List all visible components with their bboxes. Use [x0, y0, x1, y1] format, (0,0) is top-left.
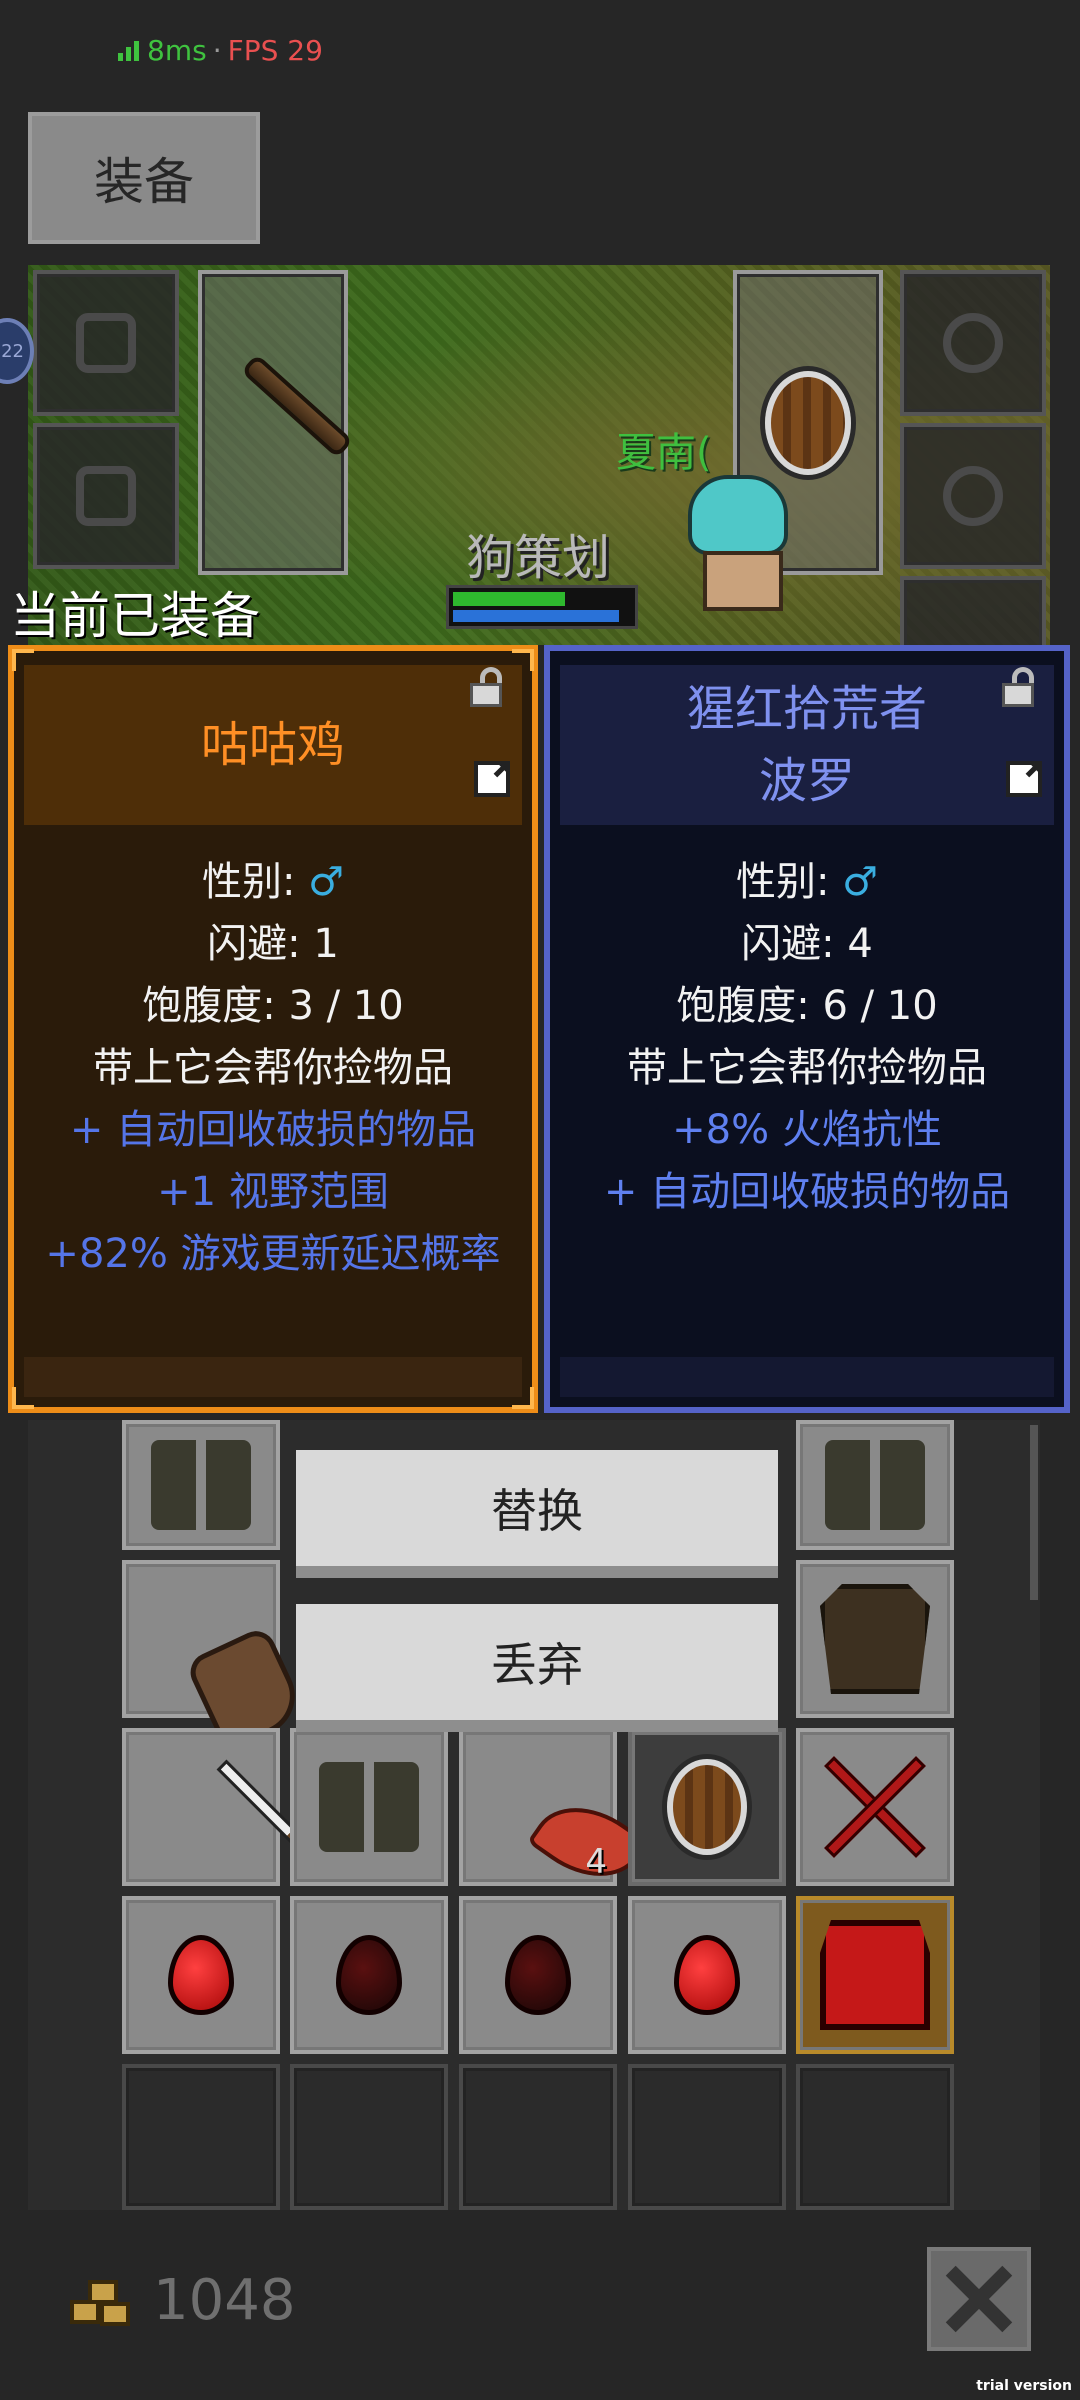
- stat-dodge: 闪避: 4: [741, 921, 873, 967]
- red-potion-icon: [168, 1935, 234, 2015]
- boots-icon: [825, 1440, 925, 1530]
- current-pet-stats: 性别: ♂ 闪避: 1 饱腹度: 3 / 10 带上它会帮你捡物品 + 自动回收…: [14, 851, 532, 1285]
- watermark: trial version: [976, 2378, 1072, 2394]
- stat-ability: 带上它会帮你捡物品: [93, 1045, 453, 1091]
- inventory-slot[interactable]: [122, 2064, 280, 2210]
- inventory-slot[interactable]: [796, 1560, 954, 1718]
- replace-button[interactable]: 替换: [296, 1450, 778, 1578]
- cloak-placeholder-icon: [76, 466, 136, 526]
- mp-fill: [453, 610, 619, 622]
- current-pet-card: 咕咕鸡 性别: ♂ 闪避: 1 饱腹度: 3 / 10 带上它会帮你捡物品 + …: [8, 645, 538, 1413]
- inventory-slot[interactable]: [628, 1896, 786, 2054]
- wooden-shield-icon: [667, 1759, 747, 1855]
- inventory-slot[interactable]: [459, 2064, 617, 2210]
- inventory-scrollbar[interactable]: [1030, 1425, 1038, 1600]
- inventory-slot[interactable]: [796, 1728, 954, 1886]
- bonus-line: + 自动回收破损的物品: [603, 1169, 1011, 1215]
- inventory-slot[interactable]: [796, 1896, 954, 2054]
- new-pet-name-line2: 波罗: [758, 753, 855, 809]
- game-screen: 8ms · FPS 29 装备 夏南( 狗策划 22 当前已装备 咕咕鸡 性别:…: [0, 0, 1080, 2400]
- external-link-icon[interactable]: [474, 761, 510, 797]
- current-pet-header: 咕咕鸡: [24, 665, 522, 825]
- boots-icon: [151, 1440, 251, 1530]
- amulet-slot[interactable]: [900, 270, 1046, 416]
- new-pet-card: 猩红拾荒者 波罗 性别: ♂ 闪避: 4 饱腹度: 6 / 10 带上它会帮你捡…: [544, 645, 1070, 1413]
- inventory-slot[interactable]: [628, 1728, 786, 1886]
- pet-name-label: 狗策划: [466, 530, 611, 586]
- inventory-slot[interactable]: [122, 1896, 280, 2054]
- discard-button[interactable]: 丢弃: [296, 1604, 778, 1732]
- boots-icon: [319, 1762, 419, 1852]
- signal-icon: [118, 39, 139, 61]
- stat-satiety: 饱腹度: 3 / 10: [142, 983, 404, 1029]
- inventory-slot[interactable]: [290, 1728, 448, 1886]
- stat-satiety: 饱腹度: 6 / 10: [676, 983, 938, 1029]
- inventory-slot[interactable]: 4: [459, 1728, 650, 1900]
- gold-icon: [70, 2280, 134, 2330]
- stat-dodge: 闪避: 1: [207, 921, 339, 967]
- ring-placeholder-icon: [943, 466, 1003, 526]
- item-count: 4: [585, 1842, 607, 1882]
- bonus-line: +1 视野范围: [157, 1169, 389, 1215]
- currently-equipped-label: 当前已装备: [10, 587, 260, 645]
- helmet-placeholder-icon: [76, 313, 136, 373]
- wooden-shield-icon: [765, 370, 851, 475]
- unlock-icon[interactable]: [466, 665, 510, 709]
- inventory-slot[interactable]: [122, 1420, 280, 1550]
- inventory-slot[interactable]: [122, 1728, 326, 1886]
- unlock-icon[interactable]: [998, 665, 1042, 709]
- dark-potion-icon: [336, 1935, 402, 2015]
- amulet-placeholder-icon: [943, 313, 1003, 373]
- new-pet-header: 猩红拾荒者 波罗: [560, 665, 1054, 825]
- new-pet-name-line1: 猩红拾荒者: [686, 681, 927, 737]
- red-potion-icon: [674, 1935, 740, 2015]
- pet-health-bar: [446, 585, 638, 629]
- tab-equipment[interactable]: 装备: [28, 112, 260, 244]
- male-icon: ♂: [842, 859, 879, 905]
- network-status: 8ms · FPS 29: [118, 30, 323, 70]
- stat-ability: 带上它会帮你捡物品: [627, 1045, 987, 1091]
- fps-text: FPS 29: [227, 33, 323, 67]
- cloak-slot[interactable]: [33, 423, 179, 569]
- ring-slot[interactable]: [900, 423, 1046, 569]
- new-pet-stats: 性别: ♂ 闪避: 4 饱腹度: 6 / 10 带上它会帮你捡物品 +8% 火焰…: [550, 851, 1064, 1223]
- gold-amount: 1048: [153, 2268, 296, 2333]
- red-helmet-icon: [820, 1920, 930, 2030]
- inventory-slot[interactable]: [122, 1560, 308, 1754]
- leather-armor-icon: [820, 1584, 930, 1694]
- status-separator: ·: [212, 33, 222, 67]
- wooden-club-icon: [240, 353, 354, 459]
- hp-fill: [453, 592, 566, 606]
- weapon-slot[interactable]: [198, 270, 354, 575]
- helmet-slot[interactable]: [33, 270, 179, 416]
- external-link-icon[interactable]: [1006, 761, 1042, 797]
- bonus-line: +82% 游戏更新延迟概率: [45, 1231, 501, 1277]
- inventory-slot[interactable]: [290, 2064, 448, 2210]
- inventory-slot[interactable]: [290, 1896, 448, 2054]
- bonus-line: + 自动回收破损的物品: [69, 1107, 477, 1153]
- ping-text: 8ms: [147, 33, 207, 67]
- stat-gender: 性别: ♂: [201, 859, 345, 905]
- inventory-slot[interactable]: [628, 2064, 786, 2210]
- inventory-slot[interactable]: [459, 1896, 617, 2054]
- stat-gender: 性别: ♂: [735, 859, 879, 905]
- player-character: [668, 465, 808, 635]
- inventory-slot[interactable]: [796, 2064, 954, 2210]
- current-pet-name: 咕咕鸡: [200, 717, 345, 773]
- bonus-line: +8% 火焰抗性: [672, 1107, 942, 1153]
- inventory-slot[interactable]: [796, 1420, 954, 1550]
- dark-potion-icon: [505, 1935, 571, 2015]
- close-button[interactable]: [927, 2247, 1031, 2351]
- male-icon: ♂: [308, 859, 345, 905]
- boots-slot[interactable]: [900, 576, 1046, 645]
